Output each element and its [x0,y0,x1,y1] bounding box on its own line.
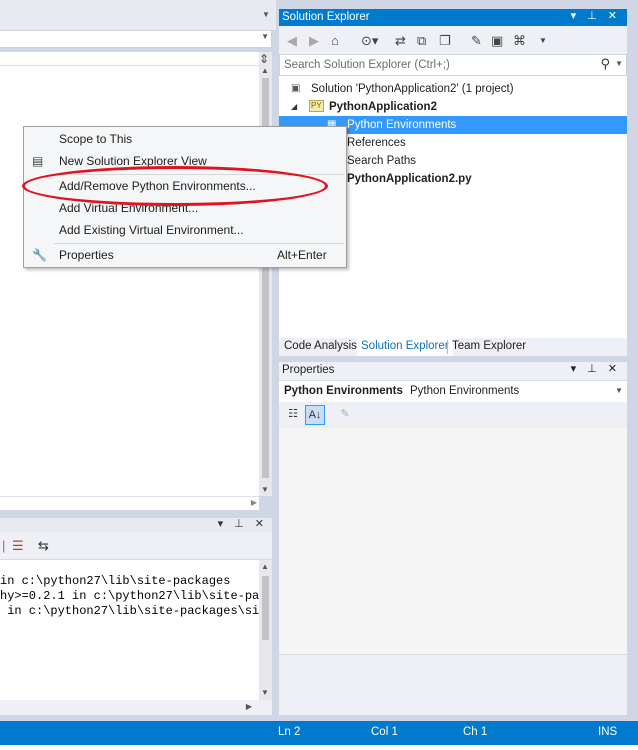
preview-icon[interactable]: ▣ [491,33,503,49]
menu-item-properties[interactable]: 🔧 Properties Alt+Enter [24,244,346,266]
tab-code-analysis[interactable]: Code Analysis [280,338,361,356]
output-vertical-scrollbar[interactable]: ▲ ▼ [259,560,272,715]
class-view-icon[interactable]: ⌘ [513,33,526,49]
collapse-all-icon[interactable]: ⧉ [417,33,426,49]
status-line: Ln 2 [278,726,301,738]
tab-team-explorer[interactable]: Team Explorer [448,338,530,356]
scroll-thumb[interactable] [262,576,269,640]
scroll-right-icon[interactable]: ▶ [251,498,257,507]
search-input[interactable]: Search Solution Explorer (Ctrl+;) [284,59,450,71]
tree-item-label: Solution 'PythonApplication2' (1 project… [311,83,514,95]
clear-all-icon[interactable]: ☰ [12,538,24,554]
property-pages-icon[interactable]: ✎ [335,405,355,425]
expand-arrow-icon[interactable]: ◢ [291,98,297,116]
scroll-right-icon[interactable]: ▶ [246,702,252,711]
sync-icon[interactable]: ⇄ [395,33,406,49]
properties-object-selector[interactable]: Python Environments Python Environments … [279,380,627,402]
panel-window-controls[interactable]: ▾ ⊥ ✕ [571,362,621,375]
member-dropdown[interactable]: ▼ [0,30,272,48]
output-line: in c:\python27\lib\site-packages [0,574,231,588]
word-wrap-icon[interactable]: ⇆ [38,538,49,554]
editor-vertical-scrollbar[interactable]: ⇕ ▲ ▼ [259,52,272,496]
status-bar: Ln 2 Col 1 Ch 1 INS [0,721,638,745]
object-name: Python Environments [284,385,403,397]
output-line: hy>=0.2.1 in c:\python27\lib\site-pac [0,589,259,603]
toolbar-divider-icon: | [2,538,6,553]
alphabetical-icon[interactable]: A↓ [305,405,325,425]
wrench-icon[interactable]: ✎ [471,33,482,49]
editor-horizontal-scrollbar[interactable]: ▶ [0,496,259,510]
menu-item-label: Add Existing Virtual Environment... [59,223,244,237]
solution-explorer-search[interactable]: Search Solution Explorer (Ctrl+;) ⚲ ▼ [279,54,627,76]
bottom-edge [0,745,638,750]
panel-window-controls[interactable]: ▾ ⊥ ✕ [571,9,621,22]
tree-item-label: PythonApplication2 [329,101,437,113]
home-icon[interactable]: ⌂ [331,33,339,48]
status-char: Ch 1 [463,726,488,738]
property-grid [279,428,627,654]
search-icon[interactable]: ⚲ [600,56,610,72]
output-panel-header: ▾ ⊥ ✕ [0,518,272,532]
scroll-up-icon[interactable]: ▲ [261,66,269,75]
output-line: in c:\python27\lib\site-packages\six [0,604,259,618]
menu-item-label: Scope to This [59,132,133,146]
chevron-down-icon[interactable]: ▼ [539,36,547,45]
menu-item-label: Properties [59,248,114,262]
solution-explorer-title: Solution Explorer [282,11,370,23]
solution-explorer-toolbar: ◀ ▶ ⌂ ⊙▾ ⇄ ⧉ ❐ ✎ ▣ ⌘ ▼ [279,26,627,54]
new-view-icon: ▤ [32,154,44,168]
tab-solution-explorer[interactable]: Solution Explorer [357,338,453,356]
tree-item-label: PythonApplication2.py [347,173,472,185]
show-all-files-icon[interactable]: ❐ [439,33,451,49]
tree-item-label: Python Environments [347,119,457,131]
menu-item-add-existing-virtual-environment[interactable]: Add Existing Virtual Environment... [24,219,346,241]
solution-icon: ▣ [291,83,301,94]
properties-titlebar: Properties ▾ ⊥ ✕ [279,362,627,380]
menu-item-scope-to-this[interactable]: Scope to This [24,128,346,150]
tool-window-tabs: Code Analysis Solution Explorer Team Exp… [279,338,627,356]
output-toolbar: | ☰ ⇆ [0,532,272,560]
editor-ruler [0,52,259,66]
tree-item-label: Search Paths [347,155,417,167]
menu-item-shortcut: Alt+Enter [277,248,327,262]
object-type: Python Environments [410,385,520,397]
scroll-down-icon[interactable]: ▼ [261,485,269,494]
categorized-icon[interactable]: ☷ [283,405,303,425]
tree-item-project[interactable]: ◢ PY PythonApplication2 [279,98,627,116]
properties-title: Properties [282,364,335,376]
output-text: in c:\python27\lib\site-packages hy>=0.2.… [0,560,259,715]
splitter-icon[interactable]: ⇕ [259,52,269,66]
solution-explorer-titlebar: Solution Explorer ▾ ⊥ ✕ [279,9,627,26]
properties-toolbar: ☷ A↓ ✎ [279,402,627,428]
editor-top-strip [0,0,276,30]
status-column: Col 1 [371,726,398,738]
status-insert-mode: INS [598,726,618,738]
window-right-edge [627,9,638,715]
highlight-annotation [22,166,328,206]
chevron-down-icon[interactable]: ▼ [615,386,623,395]
forward-icon[interactable]: ▶ [309,33,319,49]
property-description [279,654,627,715]
scroll-up-icon[interactable]: ▲ [261,562,269,571]
tree-item-solution[interactable]: ▣ Solution 'PythonApplication2' (1 proje… [279,80,627,98]
tree-item-label: References [347,137,406,149]
back-icon[interactable]: ◀ [287,33,297,49]
scroll-down-icon[interactable]: ▼ [261,688,269,697]
pending-changes-icon[interactable]: ⊙▾ [361,33,378,49]
dropdown-arrow-icon[interactable]: ▼ [262,10,270,19]
output-horizontal-scrollbar[interactable]: ▶ [0,700,272,715]
panel-window-controls[interactable]: ▾ ⊥ ✕ [218,517,268,530]
python-project-icon: PY [309,100,324,112]
chevron-down-icon[interactable]: ▼ [615,59,623,68]
chevron-down-icon[interactable]: ▼ [261,32,269,41]
wrench-icon: 🔧 [32,248,47,262]
